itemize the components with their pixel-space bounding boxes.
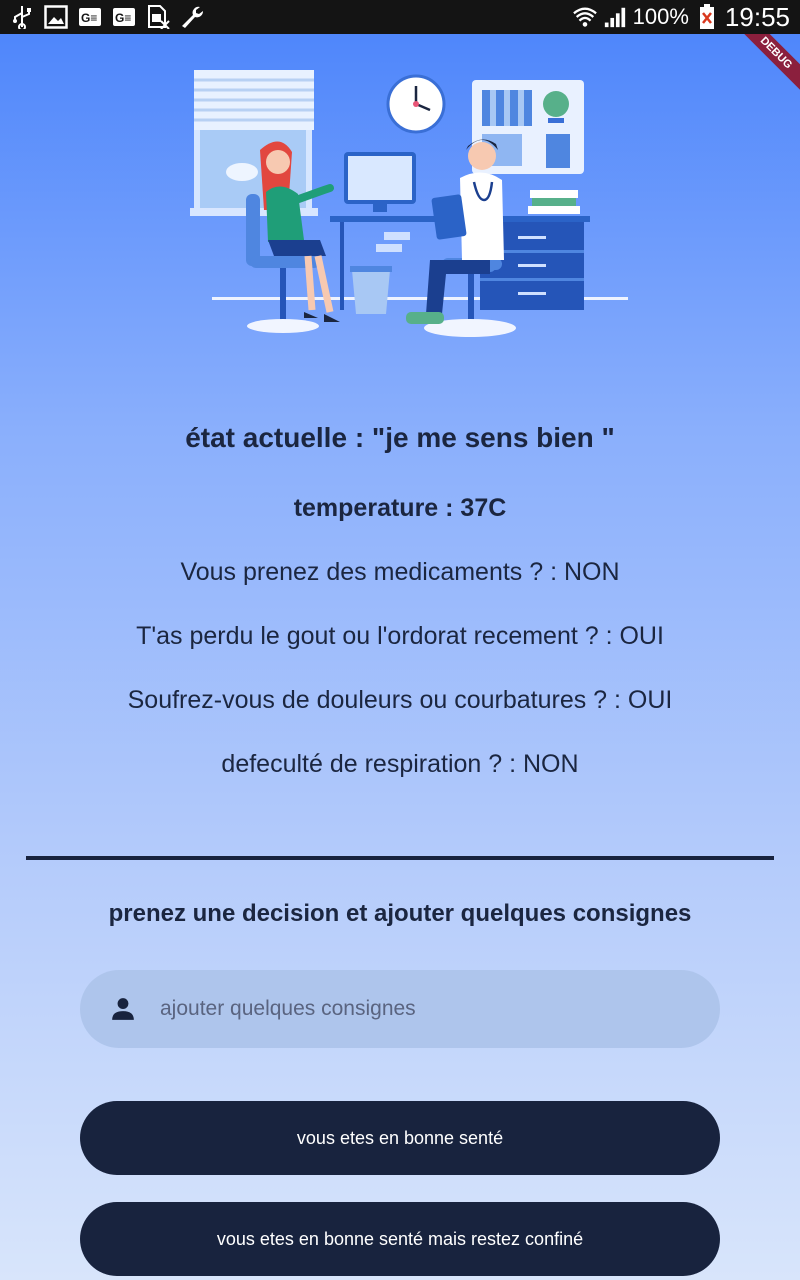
temperature-text: temperature : 37C [293,494,507,522]
doctor-consultation-illustration [190,70,628,337]
current-state-text: état actuelle : "je me sens bien " [185,422,615,453]
signal-icon [603,5,627,29]
question-taste-smell: T'as perdu le gout ou l'ordorat recement… [136,622,664,650]
wrench-icon [180,5,204,29]
debug-banner: DEBUG [730,34,800,104]
battery-percent: 100% [632,4,689,29]
person-icon [112,998,134,1020]
debug-banner-label: DEBUG [734,34,800,95]
question-medication: Vous prenez des medicaments ? : NON [180,558,620,586]
section-divider [26,856,774,860]
instructions-input-container [80,970,720,1048]
decision-title: prenez une decision et ajouter quelques … [108,900,692,927]
healthy-button[interactable]: vous etes en bonne senté [80,1101,720,1175]
usb-icon [10,5,34,29]
status-bar: G≡ G≡ 100% 19:55 [0,0,800,34]
sim-x-icon [146,5,170,29]
status-right: 100% 19:55 [572,1,790,33]
instructions-input[interactable] [160,997,680,1021]
question-pain-aches: Soufrez-vous de douleurs ou courbatures … [127,686,673,714]
ge-icon: G≡ [78,5,102,29]
svg-text:G≡: G≡ [81,11,97,25]
clock-time: 19:55 [724,1,790,32]
battery-alert-icon [695,4,719,29]
healthy-confined-button[interactable]: vous etes en bonne senté mais restez con… [80,1202,720,1276]
question-breathing: defeculté de respiration ? : NON [221,750,579,778]
svg-text:G≡: G≡ [115,11,131,25]
ge-icon: G≡ [112,5,136,29]
status-left-icons: G≡ G≡ [10,5,204,29]
wifi-icon [572,5,597,29]
image-icon [44,5,68,29]
